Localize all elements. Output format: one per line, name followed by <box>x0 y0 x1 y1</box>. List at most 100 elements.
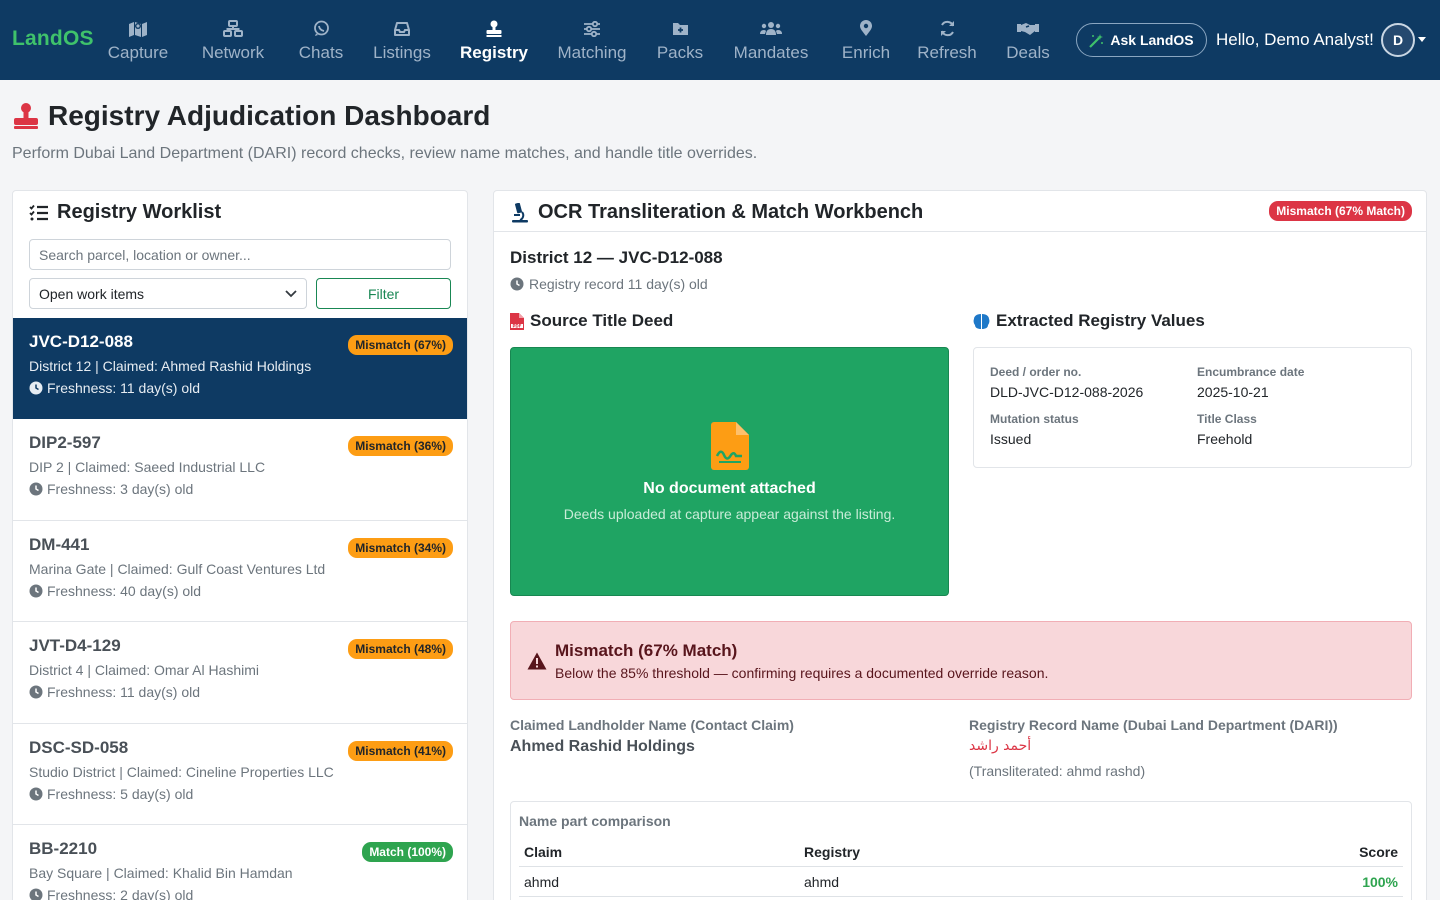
warning-triangle-icon <box>527 652 547 670</box>
list-item[interactable]: BB-2210 Bay Square | Claimed: Khalid Bin… <box>13 825 467 900</box>
claimed-name-label: Claimed Landholder Name (Contact Claim) <box>510 717 794 733</box>
freshness-row: Freshness: 40 day(s) old <box>29 583 453 599</box>
comparison-header-row: Claim Registry Score <box>519 837 1403 867</box>
nav-label: Registry <box>459 42 529 62</box>
freshness-text: Freshness: 5 day(s) old <box>47 785 194 802</box>
nav-label: Listings <box>373 42 431 62</box>
filter-button[interactable]: Filter <box>316 278 451 309</box>
brain-icon <box>973 313 990 330</box>
page-title: Registry Adjudication Dashboard <box>48 100 491 131</box>
svg-text:PDF: PDF <box>513 323 522 328</box>
nav-item-chats[interactable]: Chats <box>298 0 344 80</box>
clock-icon <box>29 787 43 801</box>
encumbrance-date-field: Encumbrance date 2025-10-21 <box>1197 365 1304 400</box>
field-value: 2025-10-21 <box>1197 384 1269 400</box>
extracted-values-title: Extracted Registry Values <box>996 311 1205 330</box>
list-item[interactable]: DIP2-597 DIP 2 | Claimed: Saeed Industri… <box>13 419 467 521</box>
status-badge: Mismatch (67%) <box>348 335 453 355</box>
list-item[interactable]: DSC-SD-058 Studio District | Claimed: Ci… <box>13 724 467 825</box>
avatar[interactable]: D <box>1381 23 1415 57</box>
mutation-status-field: Mutation status Issued <box>990 412 1079 447</box>
list-item[interactable]: JVC-D12-088 District 12 | Claimed: Ahmed… <box>13 318 467 420</box>
record-title: District 12 — JVC-D12-088 <box>510 248 723 267</box>
nav-item-capture[interactable]: Capture <box>108 0 168 80</box>
registry-name-arabic: أحمد راشد <box>969 738 1032 754</box>
extracted-values-card: Deed / order no. DLD-JVC-D12-088-2026 En… <box>973 347 1412 468</box>
clock-icon <box>510 277 524 291</box>
field-label: Title Class <box>1197 412 1257 426</box>
list-item[interactable]: DM-441 Marina Gate | Claimed: Gulf Coast… <box>13 521 467 623</box>
map-pin-icon <box>859 18 873 40</box>
field-value: Issued <box>990 431 1032 447</box>
inbox-icon <box>393 18 411 40</box>
workbench-title-row: OCR Transliteration & Match Workbench <box>510 201 923 224</box>
work-items-select[interactable]: Open work items <box>29 278 307 309</box>
nav-label: Matching <box>557 42 627 62</box>
worklist-title: Registry Worklist <box>57 201 222 223</box>
ask-landos-button[interactable]: Ask LandOS <box>1076 23 1207 57</box>
nav-item-network[interactable]: Network <box>200 0 266 80</box>
field-value: Freehold <box>1197 431 1253 447</box>
nav-label: Mandates <box>733 42 809 62</box>
status-badge: Mismatch (34%) <box>348 537 453 558</box>
claimed-name-value: Ahmed Rashid Holdings <box>510 738 695 755</box>
brand-logo[interactable]: LandOS <box>12 27 94 51</box>
parcel-location-claim: Studio District | Claimed: Cineline Prop… <box>29 763 334 780</box>
parcel-location-claim: District 12 | Claimed: Ahmed Rashid Hold… <box>29 358 312 374</box>
map-location-icon <box>128 18 148 40</box>
nav-item-deals[interactable]: Deals <box>1005 0 1051 80</box>
chevron-down-icon[interactable] <box>1418 37 1426 42</box>
no-document-title: No document attached <box>643 479 816 497</box>
network-icon <box>223 18 243 40</box>
freshness-row: Freshness: 3 day(s) old <box>29 481 453 497</box>
freshness-text: Freshness: 11 day(s) old <box>47 380 201 396</box>
comparison-title: Name part comparison <box>519 813 671 829</box>
parcel-location-claim: Marina Gate | Claimed: Gulf Coast Ventur… <box>29 560 326 577</box>
registry-name-block: Registry Record Name (Dubai Land Departm… <box>969 717 1338 779</box>
workbench-title: OCR Transliteration & Match Workbench <box>538 201 924 223</box>
nav-item-refresh[interactable]: Refresh <box>917 0 977 80</box>
nav-item-mandates[interactable]: Mandates <box>733 0 809 80</box>
refresh-icon <box>939 18 956 40</box>
microscope-icon <box>510 202 530 223</box>
nav-item-enrich[interactable]: Enrich <box>841 0 891 80</box>
nav-item-registry[interactable]: Registry <box>460 0 528 80</box>
nav-label: Capture <box>107 42 169 62</box>
column-header-claim: Claim <box>524 844 563 860</box>
nav-label: Network <box>201 42 265 62</box>
freshness-text: Freshness: 40 day(s) old <box>47 582 202 599</box>
no-document-text: Deeds uploaded at capture appear against… <box>563 505 896 522</box>
source-deed-title: Source Title Deed <box>530 311 674 330</box>
nav-item-matching[interactable]: Matching <box>556 0 628 80</box>
record-age: Registry record 11 day(s) old <box>510 276 708 292</box>
ask-landos-label: Ask LandOS <box>1110 32 1194 48</box>
search-input[interactable] <box>29 239 451 270</box>
extracted-values-header: Extracted Registry Values <box>973 311 1205 331</box>
freshness-row: Freshness: 11 day(s) old <box>29 380 453 396</box>
claim-part: ahmd <box>524 874 560 890</box>
parcel-location-claim: DIP 2 | Claimed: Saeed Industrial LLC <box>29 459 266 476</box>
title-class-field: Title Class Freehold <box>1197 412 1257 447</box>
parcel-location-claim: Bay Square | Claimed: Khalid Bin Hamdan <box>29 864 293 881</box>
chevron-down-icon <box>285 289 297 298</box>
work-list: JVC-D12-088 District 12 | Claimed: Ahmed… <box>13 318 467 900</box>
nav-item-listings[interactable]: Listings <box>372 0 432 80</box>
nav-label: Packs <box>656 42 704 62</box>
freshness-text: Freshness: 3 day(s) old <box>47 481 194 498</box>
field-label: Encumbrance date <box>1197 365 1305 379</box>
users-icon <box>760 18 782 40</box>
match-status-badge: Mismatch (67% Match) <box>1269 201 1412 221</box>
workbench-header: OCR Transliteration & Match Workbench Mi… <box>494 191 1426 232</box>
nav-item-packs[interactable]: Packs <box>656 0 704 80</box>
nav-label: Enrich <box>841 42 891 62</box>
worklist-header: Registry Worklist <box>29 201 221 224</box>
deed-document-dropzone[interactable]: No document attached Deeds uploaded at c… <box>510 347 949 596</box>
registry-name-label: Registry Record Name (Dubai Land Departm… <box>969 717 1338 733</box>
record-age-text: Registry record 11 day(s) old <box>529 276 708 292</box>
list-item[interactable]: JVT-D4-129 District 4 | Claimed: Omar Al… <box>13 622 467 724</box>
freshness-row: Freshness: 2 day(s) old <box>29 887 453 900</box>
stamp-icon <box>12 102 40 130</box>
freshness-row: Freshness: 11 day(s) old <box>29 684 453 700</box>
status-badge: Match (100%) <box>362 841 453 862</box>
stamp-icon <box>485 18 503 40</box>
